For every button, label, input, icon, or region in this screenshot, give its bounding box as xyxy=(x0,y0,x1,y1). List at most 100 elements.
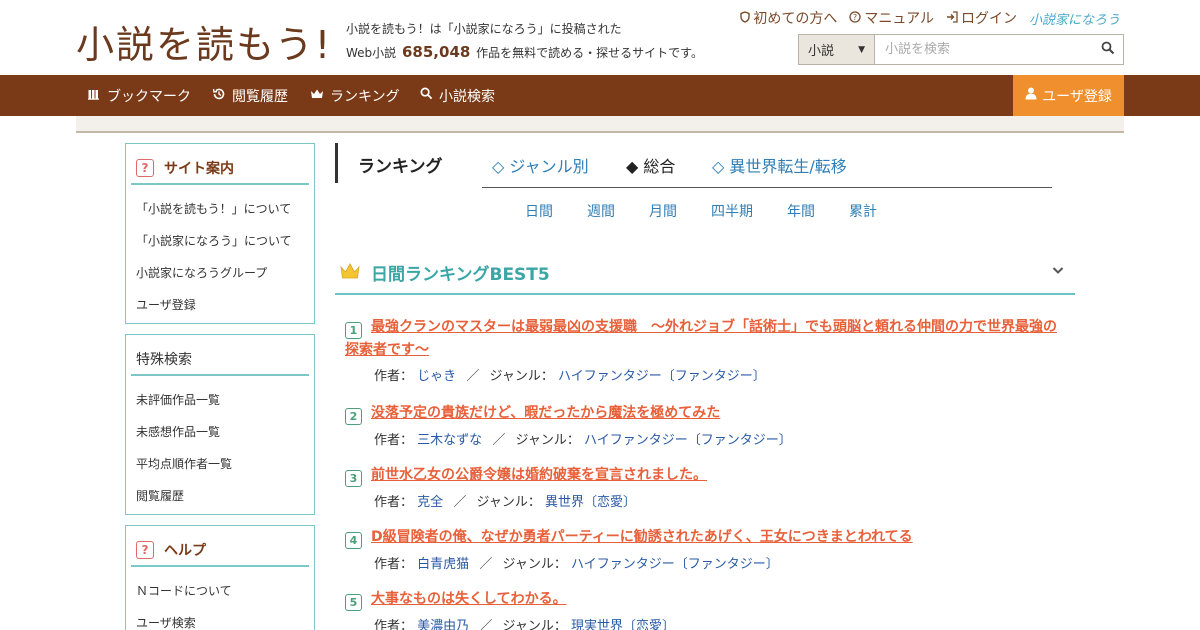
register-button[interactable]: ユーザ登録 xyxy=(1013,75,1124,116)
separator: ／ xyxy=(492,433,506,448)
author-link[interactable]: 三木なずな xyxy=(417,433,482,448)
help-item[interactable]: ユーザ検索 xyxy=(136,607,304,630)
tab-genre[interactable]: ◇ ジャンル別 xyxy=(492,153,589,177)
desc-suffix: 作品を無料で読める・探せるサイトです。 xyxy=(476,46,703,60)
ranking-title: ランキング xyxy=(358,157,443,177)
site-guide-item[interactable]: 「小説を読もう！」について xyxy=(136,193,304,225)
genre-link[interactable]: ハイファンタジー〔ファンタジー〕 xyxy=(571,557,779,572)
crown-icon xyxy=(310,88,324,104)
ranking-entry: 5 大事なものは失くしてわかる。 作者： 美濃由乃 ／ ジャンル： 現実世界〔恋愛… xyxy=(345,588,1065,630)
nav-bookmark[interactable]: ブックマーク xyxy=(88,75,191,116)
rank-badge: 5 xyxy=(345,594,362,611)
login-icon xyxy=(946,10,958,26)
ranking-entry: 4 D級冒険者の俺、なぜか勇者パーティーに勧誘されたあげく、王女につきまとわれてる… xyxy=(345,526,1065,572)
tab-isekai[interactable]: ◇ 異世界転生/転移 xyxy=(712,153,847,177)
period-quarterly[interactable]: 四半期 xyxy=(711,201,753,221)
author-label: 作者： xyxy=(374,495,414,510)
special-search-list: 未評価作品一覧 未感想作品一覧 平均点順作者一覧 閲覧履歴 xyxy=(126,376,314,514)
tab-overall[interactable]: ◆ 総合 xyxy=(626,153,675,177)
ranking-entry: 2 没落予定の貴族だけど、暇だったから魔法を極めてみた 作者： 三木なずな ／ ジ… xyxy=(345,402,1065,448)
author-link[interactable]: じゃき xyxy=(417,369,456,384)
top-links: 初めての方へ ? マニュアル ログイン 小説家になろう xyxy=(740,8,1120,28)
novel-title-link[interactable]: 大事なものは失くしてわかる。 xyxy=(371,591,567,607)
ranking-entry: 1 最強クランのマスターは最弱最凶の支援職 ～外れジョブ「話術士」でも頭脳と頼れる… xyxy=(345,316,1065,384)
genre-label: ジャンル： xyxy=(489,369,554,384)
period-daily[interactable]: 日間 xyxy=(525,201,553,221)
novel-title-link[interactable]: 最強クランのマスターは最弱最凶の支援職 ～外れジョブ「話術士」でも頭脳と頼れる仲… xyxy=(345,319,1057,358)
search-icon xyxy=(1101,40,1115,59)
naro-logo[interactable]: 小説家になろう xyxy=(1029,9,1120,28)
tab-divider xyxy=(482,187,1052,188)
rank-badge: 3 xyxy=(345,470,362,487)
content-top-gap xyxy=(76,116,1124,131)
site-guide-item[interactable]: ユーザ登録 xyxy=(136,289,304,321)
site-logo[interactable]: 小説を読もう! xyxy=(76,14,332,69)
site-guide-item[interactable]: 小説家になろうグループ xyxy=(136,257,304,289)
link-manual-label: マニュアル xyxy=(864,11,934,27)
special-search-item[interactable]: 未評価作品一覧 xyxy=(136,384,304,416)
nav-search[interactable]: 小説検索 xyxy=(420,75,495,116)
author-label: 作者： xyxy=(374,619,414,630)
register-label: ユーザ登録 xyxy=(1042,88,1112,105)
help-list: Ｎコードについて ユーザ検索 xyxy=(126,567,314,630)
genre-label: ジャンル： xyxy=(515,433,580,448)
author-label: 作者： xyxy=(374,557,414,572)
entry-meta: 作者： 克全 ／ ジャンル： 異世界〔恋愛〕 xyxy=(374,491,1065,510)
novel-title-link[interactable]: 没落予定の貴族だけど、暇だったから魔法を極めてみた xyxy=(371,405,720,421)
special-search-item[interactable]: 閲覧履歴 xyxy=(136,480,304,512)
nav-history[interactable]: 閲覧履歴 xyxy=(212,75,288,116)
special-search-item[interactable]: 未感想作品一覧 xyxy=(136,416,304,448)
period-monthly[interactable]: 月間 xyxy=(649,201,677,221)
search-input[interactable] xyxy=(875,35,1093,64)
search-bar: 小説 ▼ xyxy=(798,34,1124,65)
period-weekly[interactable]: 週間 xyxy=(587,201,615,221)
sidebox-site-guide: ? サイト案内 「小説を読もう！」について 「小説家になろう」について 小説家に… xyxy=(125,143,315,324)
search-button[interactable] xyxy=(1093,35,1123,64)
genre-label: ジャンル： xyxy=(502,619,567,630)
rank-badge: 1 xyxy=(345,322,362,339)
period-yearly[interactable]: 年間 xyxy=(787,201,815,221)
separator: ／ xyxy=(479,619,493,630)
search-type-select[interactable]: 小説 ▼ xyxy=(799,35,875,64)
entry-meta: 作者： 美濃由乃 ／ ジャンル： 現実世界〔恋愛〕 xyxy=(374,615,1065,630)
genre-link[interactable]: 現実世界〔恋愛〕 xyxy=(571,619,675,630)
genre-link[interactable]: ハイファンタジー〔ファンタジー〕 xyxy=(584,433,792,448)
novel-title-link[interactable]: D級冒険者の俺、なぜか勇者パーティーに勧誘されたあげく、王女につきまとわれてる xyxy=(371,529,913,545)
site-guide-list: 「小説を読もう！」について 「小説家になろう」について 小説家になろうグループ … xyxy=(126,185,314,323)
entry-meta: 作者： 三木なずな ／ ジャンル： ハイファンタジー〔ファンタジー〕 xyxy=(374,429,1065,448)
special-search-item[interactable]: 平均点順作者一覧 xyxy=(136,448,304,480)
help-item[interactable]: Ｎコードについて xyxy=(136,575,304,607)
genre-link[interactable]: ハイファンタジー〔ファンタジー〕 xyxy=(558,369,766,384)
sidebox-site-guide-header: ? サイト案内 xyxy=(131,152,309,185)
ranking-entry: 3 前世水乙女の公爵令嬢は婚約破棄を宣言されました。 作者： 克全 ／ ジャンル：… xyxy=(345,464,1065,510)
link-login[interactable]: ログイン xyxy=(946,8,1017,28)
svg-text:?: ? xyxy=(853,13,857,22)
desc-prefix: Web小説 xyxy=(346,46,397,60)
nav-ranking[interactable]: ランキング xyxy=(310,75,400,116)
author-link[interactable]: 白青虎猫 xyxy=(417,557,469,572)
rank-badge: 4 xyxy=(345,532,362,549)
genre-label: ジャンル： xyxy=(476,495,541,510)
sidebox-special-search-header: 特殊検索 xyxy=(131,343,309,376)
sidebox-special-search-title: 特殊検索 xyxy=(136,351,192,368)
shield-icon xyxy=(740,10,751,26)
link-beginners[interactable]: 初めての方へ xyxy=(740,8,837,28)
author-link[interactable]: 美濃由乃 xyxy=(417,619,469,630)
crown-icon xyxy=(339,262,361,284)
site-description: 小説を読もう！は「小説家になろう」に投稿された Web小説 685,048 作品… xyxy=(346,18,703,65)
author-label: 作者： xyxy=(374,433,414,448)
novel-title-link[interactable]: 前世水乙女の公爵令嬢は婚約破棄を宣言されました。 xyxy=(371,467,707,483)
genre-link[interactable]: 異世界〔恋愛〕 xyxy=(545,495,636,510)
author-link[interactable]: 克全 xyxy=(417,495,443,510)
history-icon xyxy=(212,87,226,105)
site-guide-item[interactable]: 「小説家になろう」について xyxy=(136,225,304,257)
link-login-label: ログイン xyxy=(960,11,1017,27)
period-total[interactable]: 累計 xyxy=(849,201,877,221)
genre-label: ジャンル： xyxy=(502,557,567,572)
site-header: 小説を読もう! 小説を読もう！は「小説家になろう」に投稿された Web小説 68… xyxy=(0,0,1200,75)
user-icon xyxy=(1025,87,1037,104)
chevron-down-icon[interactable] xyxy=(1051,262,1065,281)
separator: ／ xyxy=(466,369,480,384)
entry-meta: 作者： 白青虎猫 ／ ジャンル： ハイファンタジー〔ファンタジー〕 xyxy=(374,553,1065,572)
link-manual[interactable]: ? マニュアル xyxy=(849,8,934,28)
